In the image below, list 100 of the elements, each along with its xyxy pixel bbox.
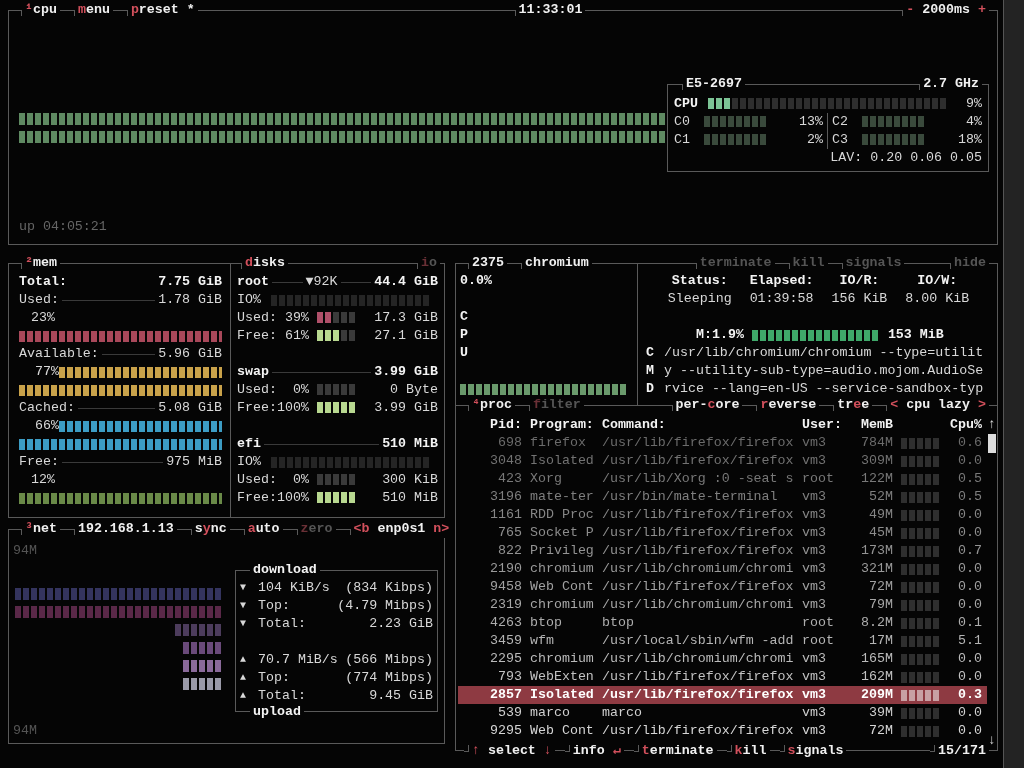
table-cell: Isolated bbox=[530, 686, 594, 704]
column-header[interactable]: Program: bbox=[530, 416, 594, 434]
column-header[interactable]: MemB bbox=[850, 416, 893, 434]
stat-value: 156 KiB bbox=[831, 290, 888, 308]
table-cell-text: 39M bbox=[868, 704, 893, 722]
traffic-graph-row bbox=[183, 642, 221, 654]
disk-percent: 0% bbox=[292, 471, 309, 489]
disk-label: Free: bbox=[237, 489, 277, 507]
process-row[interactable]: 9458 Web Cont /usr/lib/firefox/firefox vm3 72M 0.0 bbox=[458, 578, 987, 596]
table-cell-text: /usr/bin/mate-terminal bbox=[602, 488, 779, 506]
table-cell-text: 0.0 bbox=[957, 452, 982, 470]
process-row[interactable]: 793 WebExten /usr/lib/firefox/firefox vm3 162M 0.0 bbox=[458, 668, 987, 686]
process-row[interactable]: 3459 wfm /usr/local/sbin/wfm -add root 17M 5.1 bbox=[458, 632, 987, 650]
table-cell-text: wfm bbox=[530, 632, 555, 650]
mem-label: Cached: bbox=[19, 399, 75, 417]
panel-tab[interactable]: signals bbox=[779, 742, 847, 760]
disk-rate: ▼92K bbox=[305, 273, 338, 291]
scroll-up-button[interactable]: ↑ bbox=[988, 416, 996, 434]
process-row[interactable]: 822 Privileg /usr/lib/firefox/firefox vm3 173M 0.7 bbox=[458, 542, 987, 560]
scroll-down-button[interactable]: ↓ bbox=[988, 732, 996, 750]
table-cell-text: 0.0 bbox=[957, 506, 982, 524]
table-cell-text: 1161 bbox=[489, 506, 522, 524]
table-cell-text: 209M bbox=[860, 686, 893, 704]
process-row[interactable]: 698 firefox /usr/lib/firefox/firefox vm3 784M 0.6 bbox=[458, 434, 987, 452]
disk-label: IO% bbox=[237, 291, 262, 309]
process-row[interactable]: 1161 RDD Proc /usr/lib/firefox/firefox vm3 49M 0.0 bbox=[458, 506, 987, 524]
process-row[interactable]: 4263 btop btop root 8.2M 0.1 bbox=[458, 614, 987, 632]
column-header[interactable]: Cpu% bbox=[901, 416, 982, 434]
table-cell-text: 793 bbox=[497, 668, 522, 686]
core-label: C0 bbox=[674, 112, 691, 131]
table-cell: /usr/lib/firefox/firefox bbox=[602, 542, 794, 560]
table-cell: chromium bbox=[530, 560, 594, 578]
table-cell: Privileg bbox=[530, 542, 594, 560]
core-graph bbox=[704, 134, 768, 145]
table-cell-text: root bbox=[802, 632, 835, 650]
down-arrow-icon: ▼ bbox=[240, 579, 258, 597]
process-row[interactable]: 423 Xorg /usr/lib/Xorg :0 -seat s root 122M 0.5 bbox=[458, 470, 987, 488]
core-label: C3 bbox=[832, 130, 849, 149]
table-cell-text: 0.0 bbox=[957, 596, 982, 614]
table-cell-text: 539 bbox=[497, 704, 522, 722]
cpu-history-graph bbox=[901, 707, 941, 719]
cpu-history-graph bbox=[901, 563, 941, 575]
core-percent: 13% bbox=[798, 112, 823, 131]
core-graph bbox=[862, 134, 926, 145]
scrollbar-thumb[interactable] bbox=[988, 434, 996, 453]
core-graph bbox=[704, 116, 768, 127]
table-cell: Socket P bbox=[530, 524, 594, 542]
table-cell: RDD Proc bbox=[530, 506, 594, 524]
disk-name: efi bbox=[237, 435, 261, 453]
load-value: 0.05 bbox=[950, 148, 982, 167]
process-row[interactable]: 539 marco marco vm3 39M 0.0 bbox=[458, 704, 987, 722]
table-cell-text: vm3 bbox=[802, 434, 827, 452]
process-row[interactable]: 2190 chromium /usr/lib/chromium/chromi vm3 321M 0.0 bbox=[458, 560, 987, 578]
column-header[interactable]: User: bbox=[802, 416, 842, 434]
table-cell: chromium bbox=[530, 596, 594, 614]
table-cell-text: 2295 bbox=[489, 650, 522, 668]
table-cell-text: 3048 bbox=[489, 452, 522, 470]
process-row[interactable]: 3048 Isolated /usr/lib/firefox/firefox vm3 309M 0.0 bbox=[458, 452, 987, 470]
stat-value: 8.00 KiB bbox=[905, 290, 970, 308]
process-memory-value: 153 MiB bbox=[887, 326, 944, 344]
traffic-label: Total: bbox=[258, 615, 307, 633]
table-cell-text: root bbox=[802, 470, 835, 488]
process-row[interactable]: 765 Socket P /usr/lib/firefox/firefox vm3 45M 0.0 bbox=[458, 524, 987, 542]
core-graph bbox=[862, 116, 926, 127]
mem-label: Used: bbox=[19, 291, 59, 309]
cpu-history-graph bbox=[901, 653, 941, 665]
disk-percent: 100% bbox=[277, 489, 309, 507]
disk-value: 17.3 GiB bbox=[373, 309, 438, 327]
core-percent: 2% bbox=[806, 130, 823, 149]
process-row[interactable]: 2857 Isolated /usr/lib/firefox/firefox vm3 209M 0.3 bbox=[458, 686, 987, 704]
disk-value: 3.99 GiB bbox=[373, 399, 438, 417]
load-value: 0.06 bbox=[910, 148, 943, 167]
table-cell-text: 17M bbox=[868, 632, 893, 650]
command-line: /usr/lib/chromium/chromium --type=utilit bbox=[664, 344, 985, 362]
traffic-value: (4.79 Mibps) bbox=[337, 597, 433, 615]
table-cell-text: vm3 bbox=[802, 452, 827, 470]
table-cell: /usr/lib/firefox/firefox bbox=[602, 506, 794, 524]
traffic-label: Top: bbox=[258, 597, 291, 615]
table-cell: /usr/lib/chromium/chromi bbox=[602, 596, 794, 614]
table-cell-text: 122M bbox=[860, 470, 893, 488]
process-row[interactable]: 2319 chromium /usr/lib/chromium/chromi vm3 79M 0.0 bbox=[458, 596, 987, 614]
mem-value: 975 MiB bbox=[166, 453, 222, 471]
process-row[interactable]: 9295 Web Cont /usr/lib/firefox/firefox vm3 72M 0.0 bbox=[458, 722, 987, 740]
core-percent: 18% bbox=[957, 130, 982, 149]
column-header[interactable]: Pid: bbox=[466, 416, 522, 434]
cpu-axis-label: CPU bbox=[460, 308, 469, 362]
process-row[interactable]: 3196 mate-ter /usr/bin/mate-terminal vm3 52M 0.5 bbox=[458, 488, 987, 506]
column-header[interactable]: Command: bbox=[602, 416, 794, 434]
disk-label: IO% bbox=[237, 453, 262, 471]
table-cell-text: 72M bbox=[868, 578, 893, 596]
mem-value: 7.75 GiB bbox=[158, 273, 222, 291]
table-cell-text: root bbox=[802, 614, 835, 632]
disk-label: Used: bbox=[237, 309, 277, 327]
table-cell-text: 45M bbox=[868, 524, 893, 542]
disk-label: Free: bbox=[237, 327, 277, 345]
process-row[interactable]: 2295 chromium /usr/lib/chromium/chromi vm3 165M 0.0 bbox=[458, 650, 987, 668]
table-cell-text: 49M bbox=[868, 506, 893, 524]
table-cell: WebExten bbox=[530, 668, 594, 686]
table-cell-text: 309M bbox=[860, 452, 893, 470]
down-arrow-icon: ▼ bbox=[240, 615, 258, 633]
